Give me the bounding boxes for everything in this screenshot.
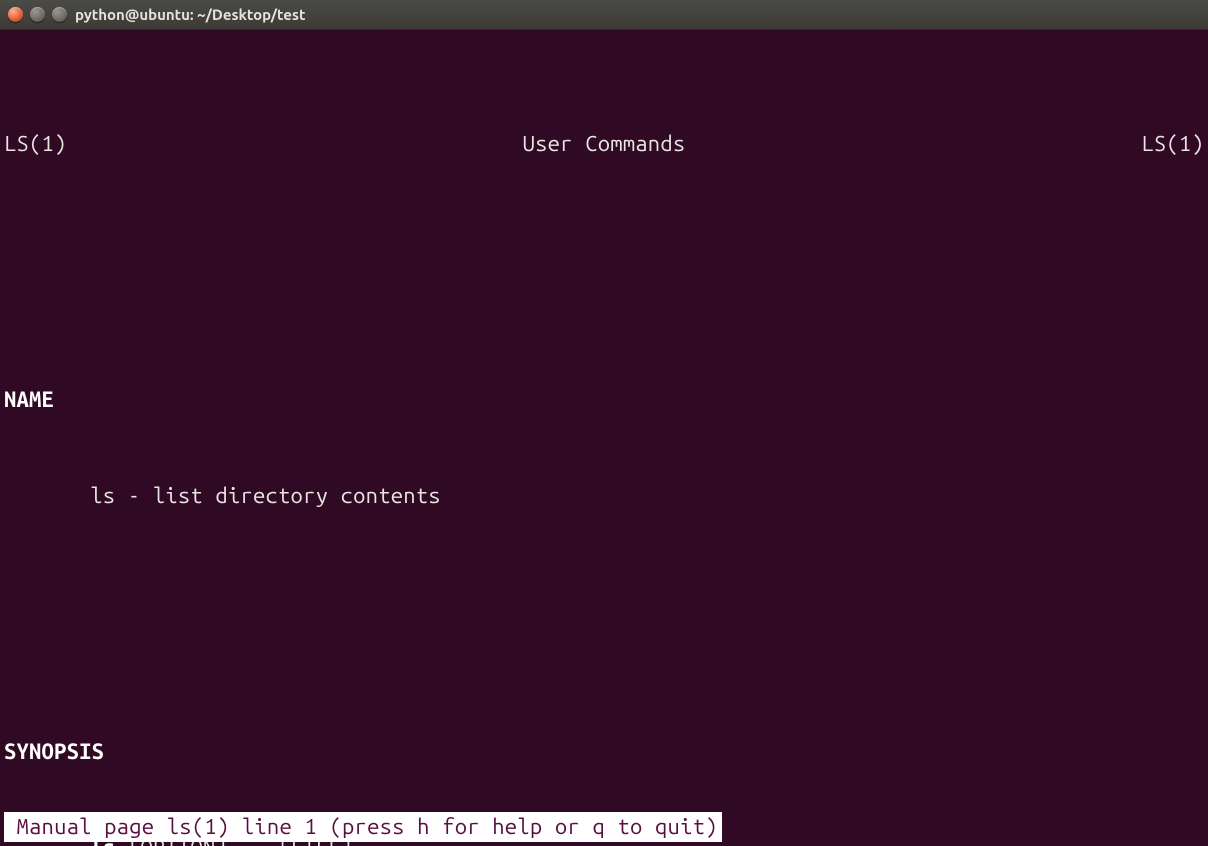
man-header-row: LS(1) User Commands LS(1) bbox=[4, 128, 1204, 160]
close-icon[interactable] bbox=[8, 7, 23, 22]
maximize-icon[interactable] bbox=[52, 7, 67, 22]
window-controls bbox=[8, 7, 67, 22]
man-status-line[interactable]: Manual page ls(1) line 1 (press h for he… bbox=[4, 812, 722, 842]
window-title: python@ubuntu: ~/Desktop/test bbox=[75, 6, 305, 23]
section-synopsis-header: SYNOPSIS bbox=[4, 736, 1204, 768]
man-header-right: LS(1) bbox=[1141, 128, 1204, 160]
man-header-left: LS(1) bbox=[4, 128, 67, 160]
minimize-icon[interactable] bbox=[30, 7, 45, 22]
window-titlebar: python@ubuntu: ~/Desktop/test bbox=[0, 0, 1208, 30]
man-header-center: User Commands bbox=[523, 128, 686, 160]
section-name-header: NAME bbox=[4, 384, 1204, 416]
terminal-viewport[interactable]: LS(1) User Commands LS(1) NAME ls - list… bbox=[0, 30, 1208, 846]
section-name-body: ls - list directory contents bbox=[4, 480, 1204, 512]
